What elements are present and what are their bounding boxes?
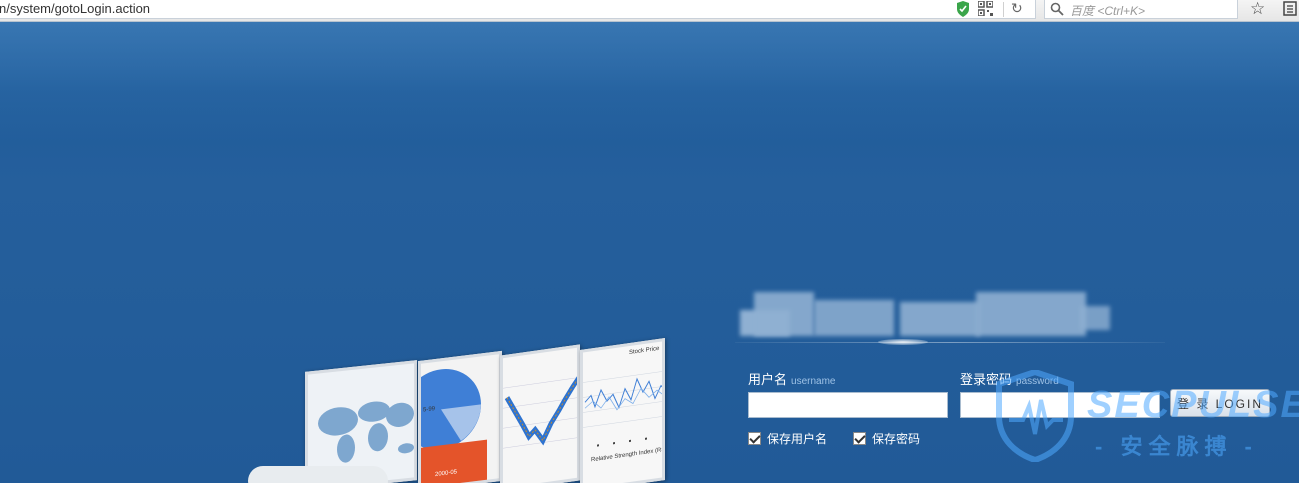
- save-password-checkbox[interactable]: [853, 432, 866, 445]
- password-label: 登录密码 password: [960, 369, 1059, 388]
- username-label: 用户名 username: [748, 369, 835, 388]
- refresh-icon[interactable]: ↻: [1011, 0, 1023, 17]
- bookmark-star-icon[interactable]: ☆: [1250, 0, 1265, 19]
- title-glow: [878, 339, 928, 345]
- search-box[interactable]: 百度 <Ctrl+K>: [1044, 0, 1238, 19]
- password-input[interactable]: [960, 392, 1160, 418]
- username-label-text: 用户名: [748, 372, 788, 387]
- save-username-label[interactable]: 保存用户名: [767, 430, 827, 447]
- line-chart-icon: [503, 376, 580, 449]
- line-chart-card: [500, 344, 580, 483]
- title-divider: [735, 342, 1165, 343]
- decorative-pill: [248, 466, 388, 483]
- search-placeholder: 百度 <Ctrl+K>: [1070, 4, 1146, 18]
- login-button[interactable]: 登 录 LOGIN: [1170, 389, 1270, 417]
- world-map-icon: [318, 401, 414, 463]
- save-password-label[interactable]: 保存密码: [872, 430, 920, 447]
- save-password-row[interactable]: 保存密码: [853, 430, 920, 447]
- qr-code-icon[interactable]: [978, 1, 993, 16]
- search-icon: [1050, 2, 1064, 16]
- pie-chart-icon: [421, 369, 487, 483]
- world-map-card: [305, 360, 417, 483]
- url-text[interactable]: n/system/gotoLogin.action: [0, 1, 150, 16]
- stock-chart-card: Stock Price Relative Strength Index (RSI…: [580, 338, 665, 483]
- password-label-text: 登录密码: [960, 372, 1013, 387]
- browser-toolbar: n/system/gotoLogin.action ↻ 百度 <Ctrl+K> …: [0, 0, 1299, 22]
- username-label-sub: username: [791, 376, 836, 387]
- page-glow: [0, 22, 1299, 142]
- username-input[interactable]: [748, 392, 948, 418]
- save-username-checkbox[interactable]: [748, 432, 761, 445]
- address-bar[interactable]: n/system/gotoLogin.action ↻: [0, 0, 1036, 19]
- system-title-blurred: [740, 292, 1110, 336]
- decorative-chart-cards: 5-99 2000-05 Stock Price Relative Streng…: [250, 338, 670, 483]
- pie-chart-card: 5-99 2000-05: [418, 350, 502, 483]
- url-separator: [1003, 2, 1004, 17]
- password-label-sub: password: [1016, 376, 1059, 387]
- reading-list-icon[interactable]: [1283, 1, 1297, 16]
- security-shield-icon[interactable]: [956, 1, 970, 17]
- save-username-row[interactable]: 保存用户名: [748, 430, 827, 447]
